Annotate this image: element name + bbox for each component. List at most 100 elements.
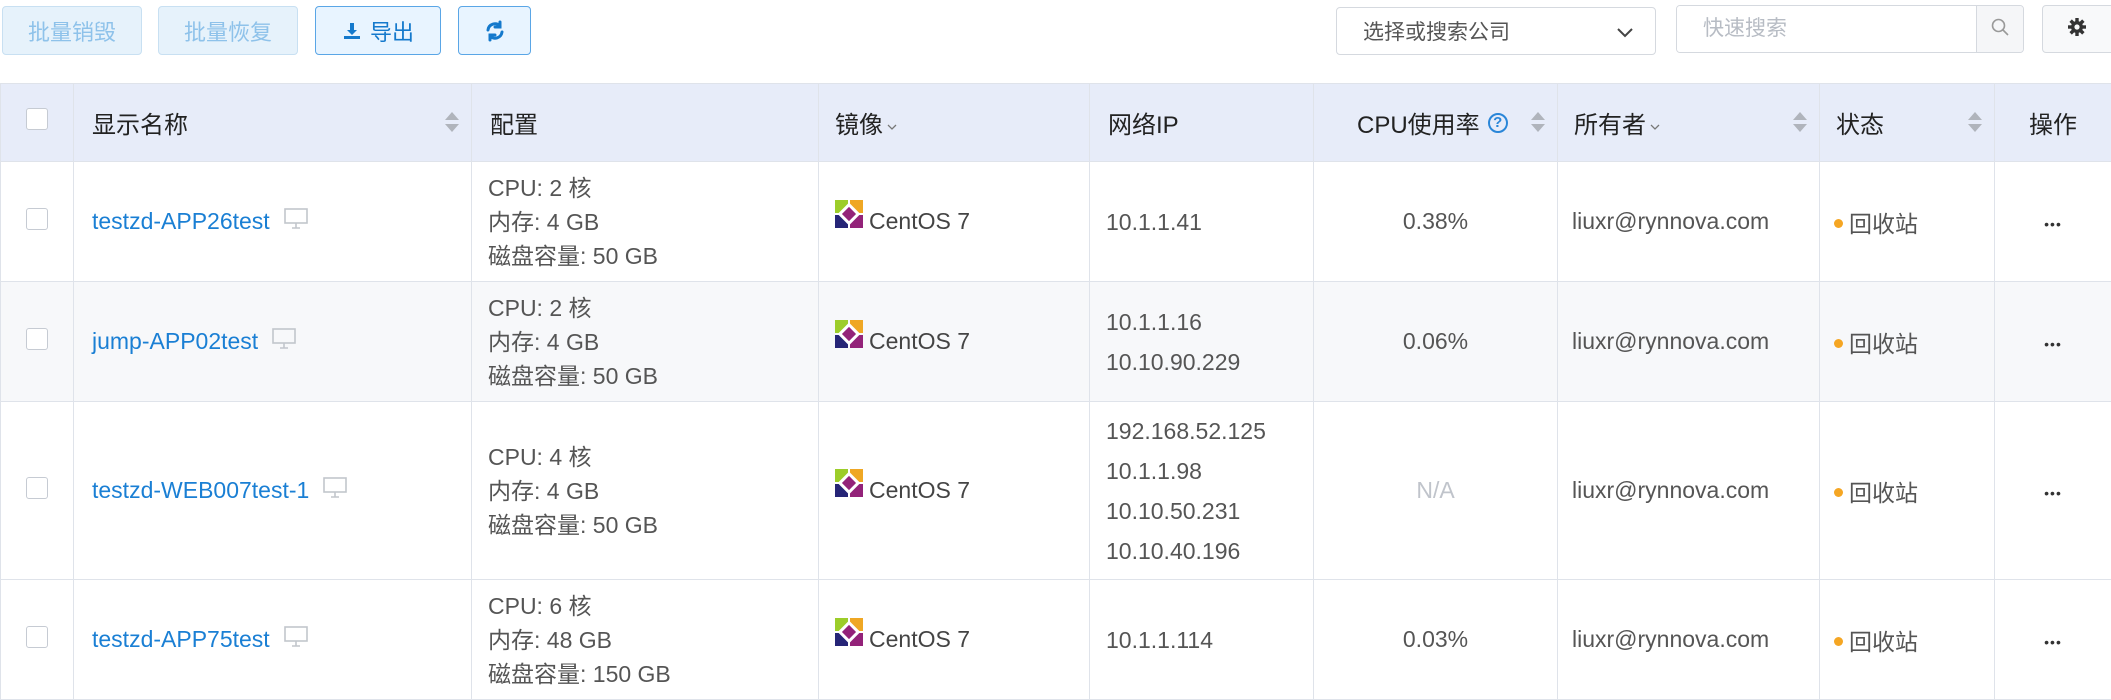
- status-cell: 回收站: [1820, 402, 1995, 580]
- table-row: jump-APP02test CPU: 2 核 内存: 4 GB 磁盘容量: 5…: [1, 282, 2111, 402]
- col-owner[interactable]: 所有者: [1558, 84, 1820, 162]
- more-icon: •••: [2044, 634, 2062, 650]
- chevron-down-icon: [1615, 22, 1635, 48]
- status-text: 回收站: [1849, 623, 1918, 657]
- centos-logo-icon: [833, 616, 865, 654]
- row-checkbox[interactable]: [26, 328, 48, 350]
- cpu-spec: CPU: 2 核: [488, 171, 818, 205]
- ip-cell: 10.1.1.16 10.10.90.229: [1090, 282, 1314, 402]
- sort-icon[interactable]: [445, 112, 459, 132]
- disk-spec: 磁盘容量: 50 GB: [488, 508, 818, 542]
- more-icon: •••: [2044, 336, 2062, 352]
- export-button[interactable]: 导出: [315, 6, 441, 55]
- vm-name-link[interactable]: testzd-WEB007test-1: [92, 477, 309, 504]
- config-cell: CPU: 2 核 内存: 4 GB 磁盘容量: 50 GB: [472, 282, 819, 402]
- ip-cell: 10.1.1.114: [1090, 580, 1314, 700]
- disk-spec: 磁盘容量: 150 GB: [488, 657, 818, 691]
- col-name[interactable]: 显示名称: [74, 84, 472, 162]
- export-label: 导出: [370, 15, 414, 47]
- status-cell: 回收站: [1820, 162, 1995, 282]
- cpu-spec: CPU: 6 核: [488, 589, 818, 623]
- ip-address: 192.168.52.125: [1106, 411, 1313, 451]
- col-cpu-label: CPU使用率: [1357, 105, 1480, 140]
- status-dot: [1834, 488, 1843, 497]
- ip-cell: 10.1.1.41: [1090, 162, 1314, 282]
- batch-destroy-button[interactable]: 批量销毁: [2, 6, 142, 55]
- ip-cell: 192.168.52.125 10.1.1.98 10.10.50.231 10…: [1090, 402, 1314, 580]
- owner-email: liuxr@rynnova.com: [1558, 626, 1819, 653]
- vm-table: 显示名称 配置 镜像 网络IP CPU使用率 ? 所有者: [0, 83, 2111, 700]
- gear-icon: [2067, 17, 2087, 42]
- header-select-all: [1, 84, 74, 162]
- row-select-cell: [1, 580, 74, 700]
- sort-icon[interactable]: [1968, 112, 1982, 132]
- memory-spec: 内存: 48 GB: [488, 623, 818, 657]
- select-all-checkbox[interactable]: [26, 108, 48, 130]
- config-cell: CPU: 4 核 内存: 4 GB 磁盘容量: 50 GB: [472, 402, 819, 580]
- table-row: testzd-WEB007test-1 CPU: 4 核 内存: 4 GB 磁盘…: [1, 402, 2111, 580]
- centos-logo-icon: [833, 318, 865, 356]
- owner-cell: liuxr@rynnova.com: [1558, 162, 1820, 282]
- status-text: 回收站: [1849, 474, 1918, 508]
- refresh-button[interactable]: [458, 6, 531, 55]
- more-actions-button[interactable]: •••: [1995, 402, 2111, 580]
- disk-spec: 磁盘容量: 50 GB: [488, 239, 818, 273]
- help-icon[interactable]: ?: [1488, 113, 1508, 133]
- console-icon[interactable]: [284, 208, 308, 236]
- console-icon[interactable]: [323, 477, 347, 505]
- col-image-label: 镜像: [835, 105, 883, 140]
- cpu-usage: 0.03%: [1314, 580, 1558, 700]
- row-checkbox[interactable]: [26, 626, 48, 648]
- more-icon: •••: [2044, 485, 2062, 501]
- download-icon: [342, 21, 362, 41]
- col-image[interactable]: 镜像: [819, 84, 1090, 162]
- more-actions-button[interactable]: •••: [1995, 162, 2111, 282]
- cpu-usage: 0.38%: [1314, 162, 1558, 282]
- disk-spec: 磁盘容量: 50 GB: [488, 359, 818, 393]
- row-checkbox[interactable]: [26, 477, 48, 499]
- ip-address: 10.1.1.98: [1106, 451, 1313, 491]
- console-icon[interactable]: [284, 626, 308, 654]
- owner-email: liuxr@rynnova.com: [1558, 328, 1819, 355]
- name-cell: testzd-APP26test: [74, 162, 472, 282]
- col-status-label: 状态: [1836, 105, 1884, 140]
- vm-name-link[interactable]: testzd-APP26test: [92, 208, 270, 235]
- image-cell: CentOS 7: [819, 402, 1090, 580]
- search-button[interactable]: [1976, 6, 2023, 52]
- sort-icon[interactable]: [1793, 112, 1807, 132]
- vm-name-link[interactable]: jump-APP02test: [92, 328, 258, 355]
- company-select[interactable]: 选择或搜索公司: [1336, 7, 1656, 55]
- col-cpu[interactable]: CPU使用率 ?: [1314, 84, 1558, 162]
- status-dot: [1834, 339, 1843, 348]
- col-status[interactable]: 状态: [1820, 84, 1995, 162]
- filter-caret-icon[interactable]: [886, 111, 898, 139]
- owner-cell: liuxr@rynnova.com: [1558, 282, 1820, 402]
- row-select-cell: [1, 402, 74, 580]
- name-cell: testzd-WEB007test-1: [74, 402, 472, 580]
- ip-address: 10.10.40.196: [1106, 531, 1313, 571]
- cpu-spec: CPU: 2 核: [488, 291, 818, 325]
- more-actions-button[interactable]: •••: [1995, 580, 2111, 700]
- settings-button[interactable]: [2042, 5, 2111, 53]
- col-config: 配置: [472, 84, 819, 162]
- col-config-label: 配置: [490, 105, 538, 140]
- name-cell: testzd-APP75test: [74, 580, 472, 700]
- status-cell: 回收站: [1820, 580, 1995, 700]
- search-input[interactable]: [1677, 6, 1976, 52]
- centos-logo-icon: [833, 467, 865, 505]
- console-icon[interactable]: [272, 328, 296, 356]
- col-name-label: 显示名称: [92, 105, 188, 140]
- cpu-usage: N/A: [1314, 402, 1558, 580]
- ip-address: 10.1.1.114: [1106, 620, 1313, 660]
- filter-caret-icon[interactable]: [1649, 111, 1661, 139]
- col-ip: 网络IP: [1090, 84, 1314, 162]
- image-name: CentOS 7: [869, 328, 970, 355]
- row-checkbox[interactable]: [26, 208, 48, 230]
- refresh-icon: [484, 20, 506, 42]
- more-icon: •••: [2044, 216, 2062, 232]
- sort-icon[interactable]: [1531, 112, 1545, 132]
- toolbar: 批量销毁 批量恢复 导出 选择或搜索公司: [0, 0, 2111, 83]
- more-actions-button[interactable]: •••: [1995, 282, 2111, 402]
- vm-name-link[interactable]: testzd-APP75test: [92, 626, 270, 653]
- batch-restore-button[interactable]: 批量恢复: [158, 6, 298, 55]
